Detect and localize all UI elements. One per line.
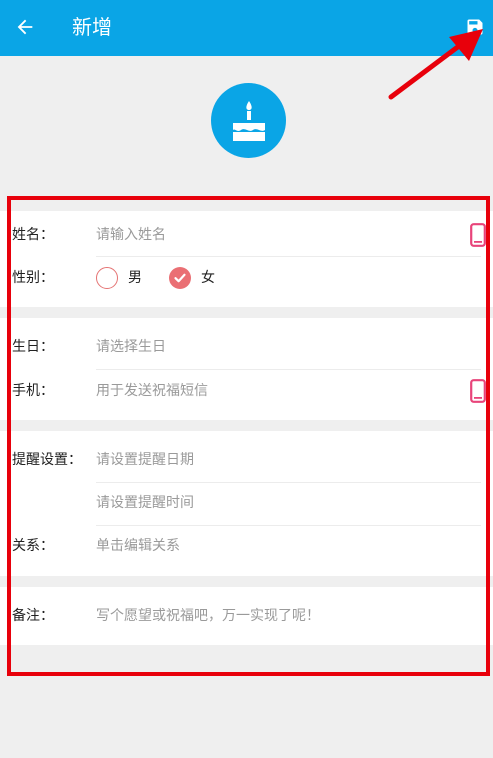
birthday-cake-icon [232, 100, 265, 141]
page-title: 新增 [72, 15, 112, 39]
reminder-time-picker[interactable]: 请设置提醒时间 [96, 481, 194, 525]
reminder-card: 提醒设置： 请设置提醒日期 请设置提醒时间 关系： 单击编辑关系 [0, 431, 493, 576]
annotation-arrow [388, 29, 483, 100]
note-label: 备注： [12, 608, 54, 624]
arrow-left-icon [17, 19, 33, 35]
birthday-picker[interactable]: 请选择生日 [96, 325, 166, 369]
gender-row: 性别： 男 女 [0, 256, 493, 300]
note-input[interactable]: 写个愿望或祝福吧，万一实现了呢！ [96, 594, 320, 638]
birthday-row[interactable]: 生日： 请选择生日 [0, 325, 493, 369]
phone-label: 手机： [12, 383, 54, 399]
reminder-label: 提醒设置： [12, 452, 82, 468]
basic-info-card: 姓名： 请输入姓名 性别： 男 女 [0, 211, 493, 307]
relation-input[interactable]: 单击编辑关系 [96, 524, 180, 568]
note-row[interactable]: 备注： 写个愿望或祝福吧，万一实现了呢！ [0, 594, 493, 638]
radio-female[interactable] [169, 267, 191, 289]
phone-input[interactable]: 用于发送祝福短信 [96, 369, 208, 413]
birthday-label: 生日： [12, 339, 54, 355]
reminder-date-picker[interactable]: 请设置提醒日期 [96, 438, 194, 482]
name-input[interactable]: 请输入姓名 [96, 213, 166, 257]
back-button[interactable] [10, 12, 40, 42]
mobile-phone-icon[interactable] [470, 379, 486, 403]
name-row[interactable]: 姓名： 请输入姓名 [0, 213, 493, 257]
reminder-date-row[interactable]: 提醒设置： 请设置提醒日期 [0, 438, 493, 482]
mobile-phone-icon[interactable] [470, 223, 486, 247]
gender-label: 性别： [12, 270, 54, 286]
note-card: 备注： 写个愿望或祝福吧，万一实现了呢！ [0, 587, 493, 645]
name-label: 姓名： [12, 227, 54, 243]
radio-male[interactable] [96, 267, 118, 289]
reminder-time-row[interactable]: 请设置提醒时间 [0, 481, 493, 525]
avatar[interactable] [211, 83, 286, 158]
radio-male-label[interactable]: 男 [128, 256, 142, 300]
check-icon [174, 273, 186, 283]
relation-label: 关系： [12, 538, 54, 554]
relation-row[interactable]: 关系： 单击编辑关系 [0, 524, 493, 568]
contact-card: 生日： 请选择生日 手机： 用于发送祝福短信 [0, 318, 493, 420]
radio-female-label[interactable]: 女 [201, 256, 215, 300]
phone-row[interactable]: 手机： 用于发送祝福短信 [0, 369, 493, 413]
